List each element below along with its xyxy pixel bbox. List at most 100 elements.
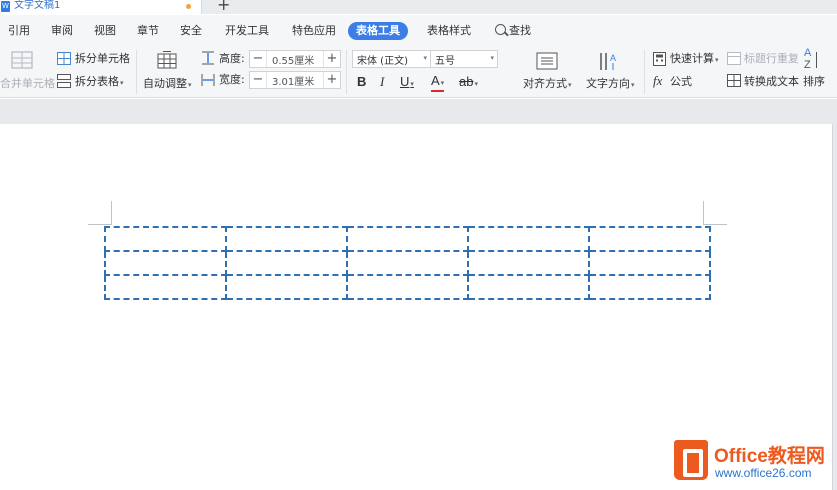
table-cell[interactable] <box>346 274 469 300</box>
writer-doc-icon: W <box>1 1 10 12</box>
table-cell[interactable] <box>467 250 590 276</box>
text-direction-icon: A <box>600 53 616 70</box>
auto-fit-button[interactable]: 自动调整▾ <box>143 77 192 92</box>
bold-button[interactable]: B <box>357 74 366 90</box>
new-tab-button[interactable]: + <box>217 0 230 13</box>
menu-item-sections[interactable]: 章节 <box>137 24 159 38</box>
table-cell[interactable] <box>346 250 469 276</box>
ribbon-separator <box>136 50 137 94</box>
highlight-caret-icon: ▾ <box>474 81 478 88</box>
underline-glyph: U <box>400 74 410 89</box>
ribbon-separator <box>346 50 347 94</box>
font-name-dropdown-icon: ▾ <box>423 54 427 62</box>
calculator-icon <box>653 52 666 66</box>
split-table-caret-icon: ▾ <box>120 79 124 87</box>
row-height-icon <box>202 51 214 65</box>
sort-arrow-icon <box>816 52 817 68</box>
align-label: 对齐方式 <box>523 77 567 90</box>
menu-item-table-style[interactable]: 表格样式 <box>427 24 471 38</box>
table-cell[interactable] <box>225 250 348 276</box>
office-logo-icon <box>674 440 708 480</box>
italic-button[interactable]: I <box>380 74 384 90</box>
table-cell[interactable] <box>225 274 348 300</box>
table-cell[interactable] <box>346 226 469 252</box>
merge-cells-icon <box>11 51 33 69</box>
underline-button[interactable]: U▾ <box>400 74 414 93</box>
table-cell[interactable] <box>588 250 711 276</box>
highlight-glyph: ab <box>459 74 474 89</box>
table-cell[interactable] <box>104 274 227 300</box>
table-cell[interactable] <box>104 250 227 276</box>
document-tab[interactable]: W 文字文稿1 <box>0 0 202 14</box>
site-watermark: Office教程网 www.office26.com <box>670 438 837 490</box>
sort-button[interactable]: 排序 <box>803 75 825 89</box>
font-size-select[interactable]: 五号 ▾ <box>430 50 498 68</box>
search-icon[interactable] <box>495 24 506 35</box>
table-tools-ribbon: 合并单元格 拆分单元格 拆分表格▾ 自动调整▾ 高度: − 0.55厘米 + 宽… <box>0 46 837 98</box>
menu-item-view[interactable]: 视图 <box>94 24 116 38</box>
table-cell[interactable] <box>467 226 590 252</box>
table-cell[interactable] <box>588 274 711 300</box>
svg-text:A: A <box>610 53 616 63</box>
margin-corner-mark <box>703 224 727 225</box>
split-cells-button[interactable]: 拆分单元格 <box>75 52 130 66</box>
menu-item-references[interactable]: 引用 <box>8 24 30 38</box>
search-label[interactable]: 查找 <box>509 24 531 38</box>
font-color-caret-icon: ▾ <box>440 80 445 87</box>
menu-item-security[interactable]: 安全 <box>180 24 202 38</box>
sort-icon: A Z <box>803 48 825 74</box>
auto-fit-label: 自动调整 <box>143 77 187 90</box>
font-name-select[interactable]: 宋体 (正文) ▾ <box>352 50 431 68</box>
highlight-button[interactable]: ab▾ <box>459 74 478 93</box>
margin-corner-mark <box>111 201 112 225</box>
table-cell[interactable] <box>225 226 348 252</box>
column-width-stepper[interactable]: − 3.01厘米 + <box>249 71 341 89</box>
split-table-icon <box>57 74 71 88</box>
font-color-button[interactable]: A▾ <box>431 73 445 92</box>
row-height-stepper[interactable]: − 0.55厘米 + <box>249 50 341 68</box>
align-button[interactable]: 对齐方式▾ <box>523 77 572 92</box>
quick-calc-label: 快速计算 <box>670 52 714 65</box>
height-increase-button[interactable]: + <box>323 51 340 67</box>
header-repeat-button[interactable]: 标题行重复 <box>744 52 799 66</box>
table-cell[interactable] <box>588 226 711 252</box>
quick-calc-caret-icon: ▾ <box>715 56 719 64</box>
align-icon <box>536 52 558 70</box>
quick-calc-button[interactable]: 快速计算▾ <box>670 52 719 67</box>
text-direction-button[interactable]: 文字方向▾ <box>586 77 635 92</box>
width-decrease-button[interactable]: − <box>250 72 267 88</box>
text-direction-label: 文字方向 <box>586 77 630 90</box>
menu-item-review[interactable]: 审阅 <box>51 24 73 38</box>
width-value[interactable]: 3.01厘米 <box>272 73 314 88</box>
table-cell[interactable] <box>104 226 227 252</box>
menu-item-developer[interactable]: 开发工具 <box>225 24 269 38</box>
unsaved-dot-icon <box>186 4 191 9</box>
document-page[interactable] <box>0 124 833 490</box>
convert-to-text-button[interactable]: 转换成文本 <box>744 75 799 89</box>
sort-icon-letter-a: A <box>804 47 812 59</box>
header-repeat-icon <box>727 52 741 65</box>
menu-bar: 引用 审阅 视图 章节 安全 开发工具 特色应用 表格工具 表格样式 查找 <box>0 15 837 46</box>
column-width-icon <box>201 74 215 86</box>
table-cell[interactable] <box>467 274 590 300</box>
document-tab-title: 文字文稿1 <box>14 0 61 11</box>
height-value[interactable]: 0.55厘米 <box>272 52 314 67</box>
font-size-dropdown-icon: ▾ <box>490 54 494 62</box>
font-color-glyph: A <box>431 73 440 88</box>
align-caret-icon: ▾ <box>568 81 572 89</box>
height-label: 高度: <box>219 52 245 65</box>
split-cells-icon <box>57 52 71 65</box>
document-table[interactable] <box>104 226 711 300</box>
formula-icon: fx <box>653 73 663 88</box>
document-tab-strip: W 文字文稿1 + <box>0 0 837 14</box>
document-workspace <box>0 99 837 490</box>
menu-item-features[interactable]: 特色应用 <box>292 24 336 38</box>
height-decrease-button[interactable]: − <box>250 51 267 67</box>
menu-item-table-tools[interactable]: 表格工具 <box>348 22 408 40</box>
split-table-button[interactable]: 拆分表格▾ <box>75 75 124 90</box>
merge-cells-button[interactable]: 合并单元格 <box>0 77 55 91</box>
table-row <box>104 274 711 300</box>
auto-fit-icon <box>157 51 177 69</box>
width-increase-button[interactable]: + <box>323 72 340 88</box>
formula-button[interactable]: 公式 <box>670 75 692 89</box>
